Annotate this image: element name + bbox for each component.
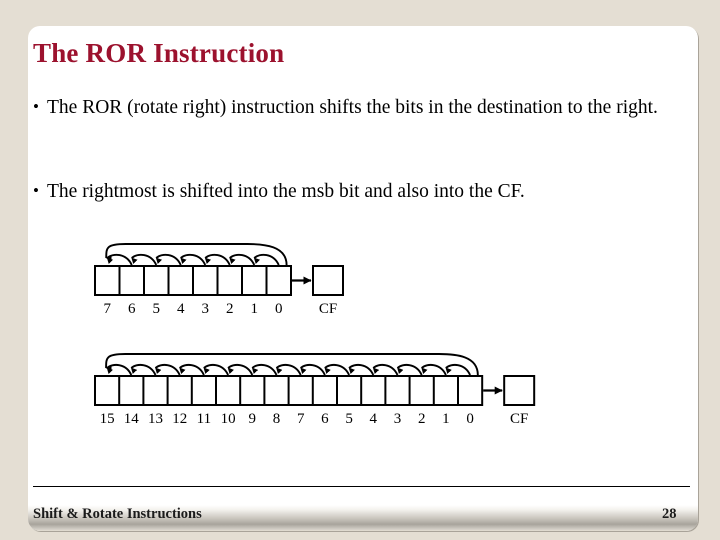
footer-page-number: 28 — [662, 506, 677, 522]
bit-label-6: 6 — [321, 411, 329, 427]
bit-label-7: 7 — [104, 301, 112, 317]
bit-label-0: 0 — [466, 411, 474, 427]
bit-label-3: 3 — [202, 301, 210, 317]
bit-label-4: 4 — [370, 411, 378, 427]
bit-label-11: 11 — [197, 411, 211, 427]
bit-label-2: 2 — [418, 411, 426, 427]
bit-label-0: 0 — [275, 301, 283, 317]
footer-label: Shift & Rotate Instructions — [33, 506, 202, 522]
ror-8-bit-diagram: 7 6 5 4 3 2 1 0 CF — [88, 240, 357, 321]
bit-label-8: 8 — [273, 411, 281, 427]
bit-label-15: 15 — [100, 411, 115, 427]
bit-label-4: 4 — [177, 301, 185, 317]
bit-label-12: 12 — [172, 411, 187, 427]
footer-divider — [33, 486, 690, 487]
bullet-marker: • — [33, 181, 39, 200]
bullet-item-1: • The ROR (rotate right) instruction shif… — [33, 96, 720, 121]
bit-label-1: 1 — [251, 301, 259, 317]
bit-label-3: 3 — [394, 411, 402, 427]
slide-canvas: The ROR Instruction • The ROR (rotate rig… — [0, 0, 720, 540]
bullet-item-2: • The rightmost is shifted into the msb b… — [33, 180, 693, 205]
bit-label-1: 1 — [442, 411, 450, 427]
slide-title: The ROR Instruction — [33, 38, 285, 68]
bit-label-6: 6 — [128, 301, 136, 317]
bit-label-13: 13 — [148, 411, 163, 427]
carry-flag-label: CF — [319, 301, 337, 317]
bit-label-10: 10 — [221, 411, 236, 427]
bit-label-7: 7 — [297, 411, 305, 427]
bullet-marker: • — [33, 97, 39, 116]
bit-label-5: 5 — [153, 301, 161, 317]
bullet-text: The ROR (rotate right) instruction shift… — [47, 97, 658, 118]
carry-flag-label: CF — [510, 411, 528, 427]
ror-16-bit-diagram: 15 14 13 12 11 10 9 8 7 6 5 4 3 2 1 0 CF — [88, 350, 548, 431]
bit-label-5: 5 — [345, 411, 353, 427]
bit-label-2: 2 — [226, 301, 234, 317]
bit-label-9: 9 — [249, 411, 257, 427]
bit-label-14: 14 — [124, 411, 139, 427]
bullet-text: The rightmost is shifted into the msb bi… — [47, 181, 525, 202]
